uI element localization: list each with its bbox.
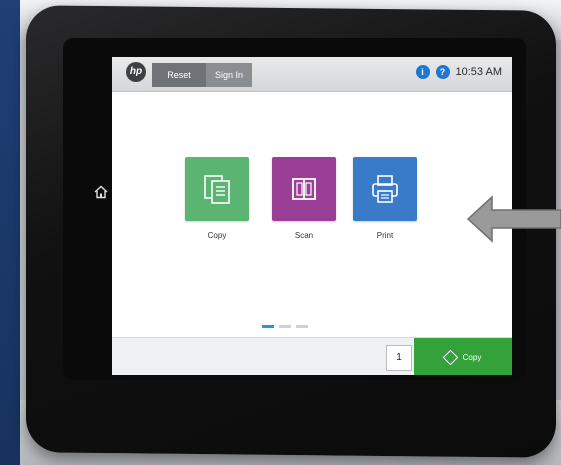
copy-tile[interactable] — [185, 157, 249, 221]
copy-label: Copy — [207, 231, 227, 240]
action-bar: 1 Copy — [112, 337, 512, 375]
page-dot-2[interactable] — [279, 325, 291, 328]
sign-in-button[interactable]: Sign In — [206, 63, 252, 87]
status-area: i ? 10:53 AM — [415, 65, 502, 79]
clock: 10:53 AM — [455, 66, 502, 78]
scan-icon — [292, 178, 316, 200]
app-copy[interactable]: Copy — [182, 157, 252, 240]
page-dot-3[interactable] — [296, 325, 308, 328]
scan-label: Scan — [294, 231, 314, 240]
home-icon[interactable] — [93, 184, 109, 200]
copy-icon — [204, 175, 230, 204]
app-scan[interactable]: Scan — [269, 157, 339, 240]
left-arrow-icon — [466, 195, 561, 243]
hp-logo-icon: hp — [126, 62, 146, 82]
help-icon[interactable]: ? — [435, 65, 450, 79]
page-indicator — [262, 325, 313, 328]
copy-start-label: Copy — [462, 352, 482, 362]
print-tile[interactable] — [353, 157, 417, 221]
info-icon[interactable]: i — [415, 65, 430, 79]
start-icon — [442, 349, 458, 365]
copy-start-button[interactable]: Copy — [414, 338, 512, 375]
app-print[interactable]: Print — [350, 157, 420, 240]
screen-header: hp Reset Sign In i ? 10:53 AM — [112, 57, 512, 92]
print-label: Print — [376, 231, 394, 240]
print-icon — [372, 175, 398, 203]
printer-scene: hp Reset Sign In i ? 10:53 AM Copy Scan … — [0, 0, 561, 465]
reset-button[interactable]: Reset — [152, 63, 206, 87]
touch-screen: hp Reset Sign In i ? 10:53 AM Copy Scan … — [112, 57, 512, 375]
scan-tile[interactable] — [272, 157, 336, 221]
copies-quantity-field[interactable]: 1 — [386, 345, 412, 371]
page-dot-1[interactable] — [262, 325, 274, 328]
